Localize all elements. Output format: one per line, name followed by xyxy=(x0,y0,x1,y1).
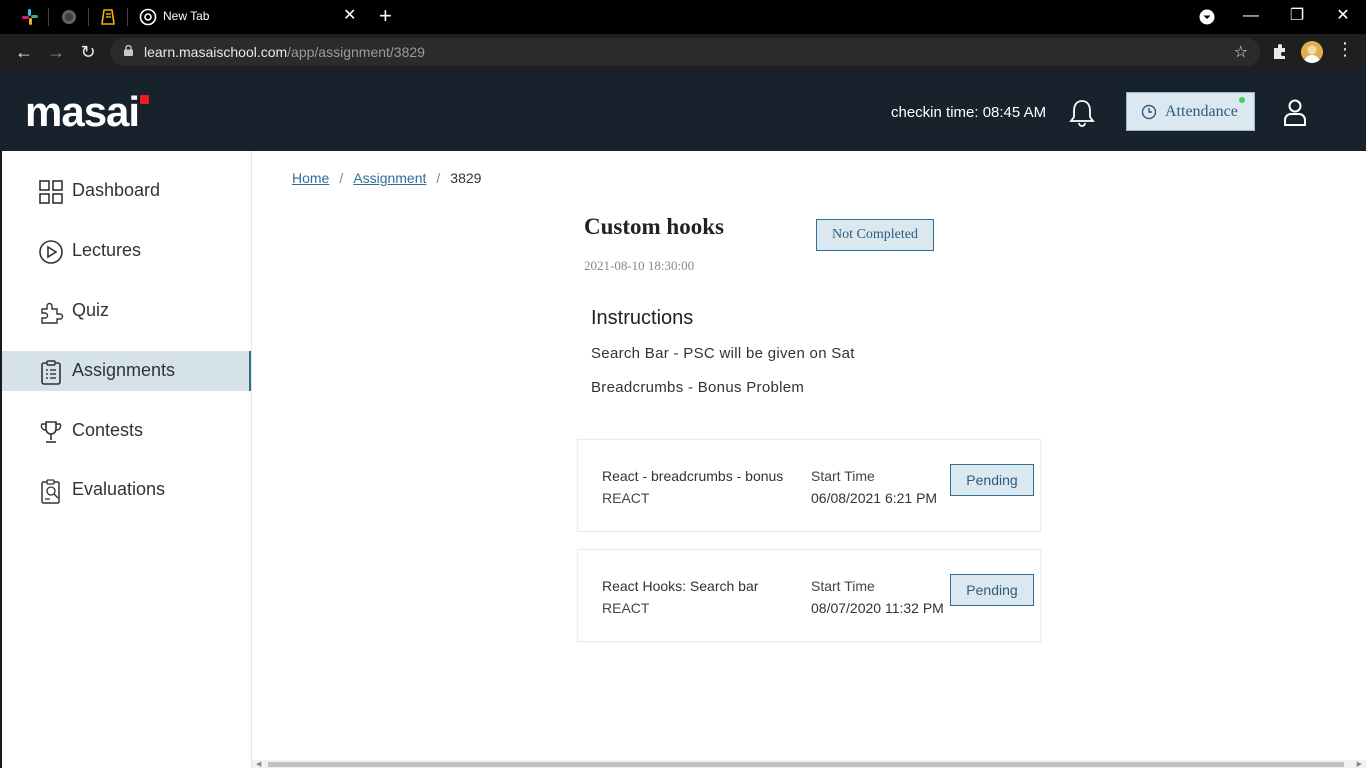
sidebar-label-contests: Contests xyxy=(72,420,144,440)
browser-tab-bar: New Tab ✕ + — ❐ ✕ xyxy=(0,0,1366,34)
bell-icon[interactable] xyxy=(1068,98,1096,128)
document-tab-icon[interactable] xyxy=(100,8,118,26)
breadcrumb-home-link[interactable]: Home xyxy=(292,170,329,186)
breadcrumb-assignment-link[interactable]: Assignment xyxy=(353,170,426,186)
scroll-right-icon[interactable]: ▶ xyxy=(1357,760,1362,768)
restore-icon[interactable]: ❐ xyxy=(1282,4,1312,28)
checkin-time: checkin time: 08:45 AM xyxy=(891,104,1047,121)
trophy-icon xyxy=(40,421,62,443)
close-window-icon[interactable]: ✕ xyxy=(1328,4,1358,28)
address-bar[interactable]: learn.masaischool.com/app/assignment/382… xyxy=(110,38,1260,66)
problem-card[interactable]: React - breadcrumbs - bonus REACT Start … xyxy=(577,439,1041,532)
chrome-icon xyxy=(139,8,157,26)
instruction-line: Breadcrumbs - Bonus Problem xyxy=(591,379,805,396)
online-indicator xyxy=(1239,97,1245,103)
clock-icon xyxy=(1141,104,1157,120)
start-time-value: 08/07/2020 11:32 PM xyxy=(811,600,944,616)
url-host: learn.masaischool.com xyxy=(144,44,288,60)
extensions-icon[interactable] xyxy=(1270,41,1290,61)
profile-avatar[interactable] xyxy=(1301,41,1323,63)
problem-name: React - breadcrumbs - bonus xyxy=(602,468,784,484)
minimize-icon[interactable]: — xyxy=(1236,4,1266,28)
assignment-title: Custom hooks xyxy=(584,214,724,239)
browser-menu-icon[interactable]: ⋮ xyxy=(1336,39,1354,60)
slack-icon[interactable] xyxy=(21,8,39,26)
app-header: masai checkin time: 08:45 AM Attendance xyxy=(0,70,1366,151)
sidebar-item-dashboard[interactable]: Dashboard xyxy=(2,171,251,211)
tab-search-icon[interactable] xyxy=(1199,9,1215,25)
instructions-heading: Instructions xyxy=(591,307,694,329)
breadcrumb-current: 3829 xyxy=(450,170,482,186)
sidebar-label-dashboard: Dashboard xyxy=(72,180,161,200)
sidebar-label-lectures: Lectures xyxy=(72,240,142,260)
scrollbar-thumb[interactable] xyxy=(268,762,1344,767)
horizontal-scrollbar[interactable]: ◀ ▶ xyxy=(252,760,1366,768)
play-circle-icon xyxy=(39,240,63,264)
avatar-icon xyxy=(1304,45,1320,63)
start-time-label: Start Time xyxy=(811,468,875,484)
breadcrumb: Home / Assignment / 3829 xyxy=(292,170,481,186)
problem-category: REACT xyxy=(602,490,650,506)
reload-icon[interactable]: ↻ xyxy=(77,41,99,63)
scroll-left-icon[interactable]: ◀ xyxy=(256,760,261,768)
clipboard-icon xyxy=(41,360,61,385)
problem-name: React Hooks: Search bar xyxy=(602,578,759,594)
globe-icon[interactable] xyxy=(60,8,78,26)
breadcrumb-separator: / xyxy=(436,170,441,186)
sidebar-label-evaluations: Evaluations xyxy=(72,479,166,499)
new-tab-icon[interactable]: + xyxy=(379,4,392,28)
back-icon[interactable]: ← xyxy=(13,41,35,63)
sidebar-item-contests[interactable]: Contests xyxy=(2,411,251,451)
problem-card[interactable]: React Hooks: Search bar REACT Start Time… xyxy=(577,549,1041,642)
assignment-date: 2021-08-10 18:30:00 xyxy=(584,258,695,273)
breadcrumb-separator: / xyxy=(339,170,344,186)
evaluation-icon xyxy=(41,479,60,504)
browser-toolbar: ← → ↻ learn.masaischool.com/app/assignme… xyxy=(0,34,1366,70)
instruction-line: Search Bar - PSC will be given on Sat xyxy=(591,345,855,362)
pending-button[interactable]: Pending xyxy=(950,574,1034,606)
forward-icon[interactable]: → xyxy=(45,41,67,63)
tab-title: New Tab xyxy=(163,9,210,23)
lock-icon xyxy=(124,45,133,56)
pending-button[interactable]: Pending xyxy=(950,464,1034,496)
url-path: /app/assignment/3829 xyxy=(287,44,425,60)
sidebar-label-assignments: Assignments xyxy=(72,360,176,380)
sidebar-item-lectures[interactable]: Lectures xyxy=(2,231,251,271)
puzzle-icon xyxy=(41,302,64,324)
sidebar-item-evaluations[interactable]: Evaluations xyxy=(2,470,251,510)
bookmark-star-icon[interactable]: ☆ xyxy=(1234,42,1248,62)
attendance-label: Attendance xyxy=(1165,103,1238,120)
close-tab-icon[interactable]: ✕ xyxy=(343,6,356,26)
masai-logo[interactable]: masai xyxy=(25,88,140,136)
start-time-value: 06/08/2021 6:21 PM xyxy=(811,490,938,506)
status-badge: Not Completed xyxy=(816,219,934,251)
problem-category: REACT xyxy=(602,600,650,616)
sidebar-label-quiz: Quiz xyxy=(72,300,110,320)
attendance-button[interactable]: Attendance xyxy=(1126,92,1255,131)
dashboard-icon xyxy=(39,180,63,204)
sidebar: Dashboard Lectures Quiz Assignments Cont… xyxy=(0,151,252,768)
logo-dot xyxy=(140,95,149,104)
user-icon[interactable] xyxy=(1283,98,1307,126)
sidebar-item-assignments[interactable]: Assignments xyxy=(2,351,251,391)
sidebar-item-quiz[interactable]: Quiz xyxy=(2,291,251,331)
start-time-label: Start Time xyxy=(811,578,875,594)
